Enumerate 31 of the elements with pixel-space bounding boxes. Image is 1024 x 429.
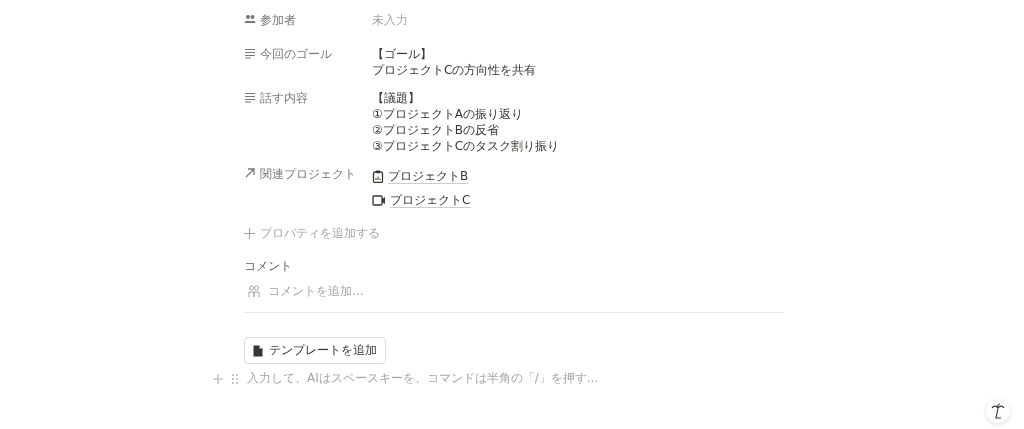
comment-field[interactable]: コメントを追加... — [268, 282, 364, 300]
drag-handle-icon[interactable] — [231, 372, 239, 385]
people-icon — [244, 13, 256, 25]
property-label[interactable]: 話す内容 — [260, 90, 308, 107]
add-template-button[interactable]: テンプレートを追加 — [244, 337, 386, 364]
property-label[interactable]: 関連プロジェクト — [260, 166, 356, 183]
plus-icon — [244, 227, 255, 239]
property-text: ③プロジェクトCのタスク割り振り — [372, 138, 560, 154]
property-label[interactable]: 参加者 — [260, 12, 296, 29]
property-text: 【ゴール】 — [372, 46, 433, 62]
help-button[interactable] — [986, 399, 1010, 423]
property-text: プロジェクトCの方向性を共有 — [372, 62, 537, 78]
page-link[interactable]: プロジェクトB — [388, 168, 469, 184]
editor-placeholder[interactable]: 入力して、AIはスペースキーを、コマンドは半角の「/」を押す... — [247, 370, 599, 387]
comments-heading: コメント — [244, 258, 293, 275]
palm-tree-icon — [991, 403, 1005, 419]
property-text: ①プロジェクトAの振り返り — [372, 106, 524, 122]
text-lines-icon — [244, 47, 256, 59]
document-icon — [253, 344, 263, 357]
clipboard-icon — [372, 169, 384, 183]
property-label[interactable]: 今回のゴール — [260, 46, 332, 63]
people-icon — [248, 284, 260, 298]
plus-icon[interactable] — [213, 373, 223, 384]
add-property-link[interactable]: プロパティを追加する — [260, 224, 380, 242]
property-text: 【議題】 — [372, 90, 421, 106]
property-text: ②プロジェクトBの反省 — [372, 122, 500, 138]
empty-value[interactable]: 未入力 — [372, 12, 408, 28]
video-camera-icon — [372, 194, 386, 206]
page-link[interactable]: プロジェクトC — [390, 192, 471, 208]
arrow-icon — [244, 167, 256, 179]
text-lines-icon — [244, 91, 256, 103]
